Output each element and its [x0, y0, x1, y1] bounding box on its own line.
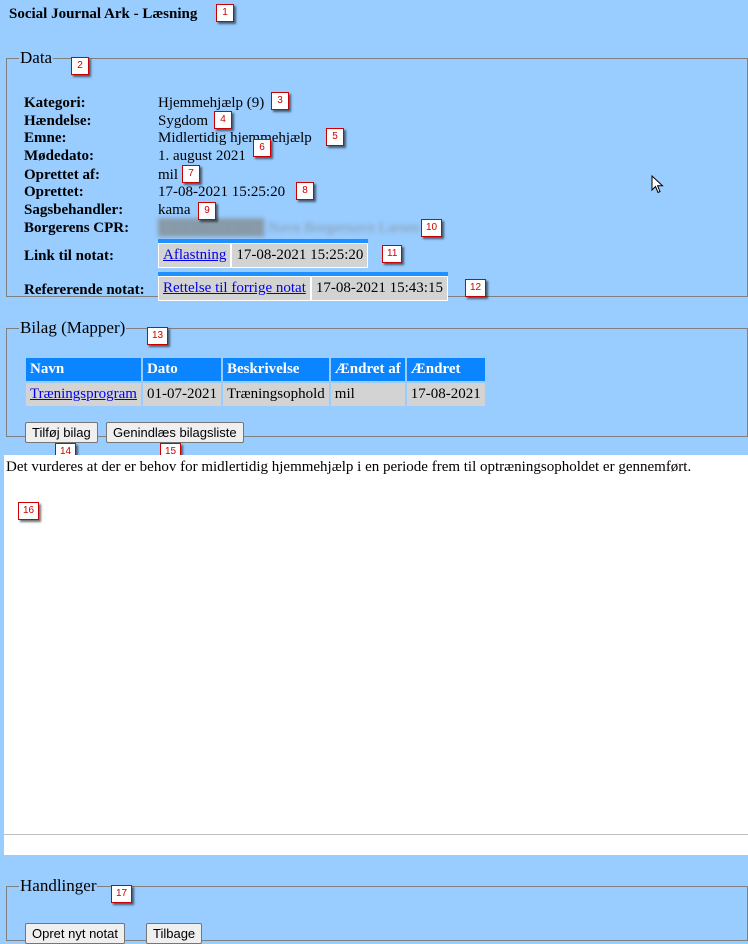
field-label: Hændelse: [24, 113, 92, 129]
col-dato: Dato [142, 358, 221, 381]
marker-9: 9 [198, 202, 216, 220]
cpr-value-redacted: ██████████ Navn Borgernavn Larsen [158, 220, 420, 236]
tilfoej-bilag-button[interactable]: Tilføj bilag [25, 422, 98, 443]
marker-5: 5 [326, 128, 344, 146]
field-oprettet: Oprettet: 17-08-2021 15:25:20 [24, 183, 285, 201]
link-date: 17-08-2021 15:25:20 [231, 243, 369, 268]
handlinger-legend: Handlinger [20, 876, 97, 895]
cell-dato: 01-07-2021 [142, 383, 221, 406]
mouse-cursor-icon [651, 175, 664, 194]
cell-aendret: 17-08-2021 [406, 383, 485, 406]
ref-label: Refererende notat: [24, 282, 145, 298]
field-value: kama [158, 202, 191, 218]
marker-3: 3 [271, 92, 289, 110]
note-bottom [4, 835, 748, 855]
marker-4: 4 [214, 111, 232, 129]
field-label: Emne: [24, 130, 67, 146]
bilag-legend: Bilag (Mapper) [20, 318, 126, 337]
link-cell: Aflastning [158, 243, 232, 268]
marker-16: 16 [18, 502, 40, 520]
field-value: Midlertidig hjemmehjælp [158, 130, 312, 146]
link-label: Link til notat: [24, 248, 115, 264]
field-value: 1. august 2021 [158, 148, 246, 164]
marker-1: 1 [216, 4, 234, 22]
marker-6: 6 [253, 139, 271, 157]
table-row: Træningsprogram 01-07-2021 Træningsophol… [26, 383, 485, 406]
marker-11: 11 [382, 245, 403, 263]
field-haendelse: Hændelse: Sygdom [24, 112, 208, 130]
ref-cell: Rettelse til forrige notat [158, 276, 311, 301]
field-kategori: Kategori: Hjemmehjælp (9) [24, 94, 264, 112]
note-text: Det vurderes at der er behov for midlert… [6, 459, 692, 475]
marker-13: 13 [147, 327, 169, 345]
marker-7: 7 [182, 165, 200, 183]
marker-17: 17 [111, 885, 133, 903]
field-label: Oprettet: [24, 184, 84, 200]
note-body: Det vurderes at der er behov for midlert… [4, 455, 748, 835]
field-value: Hjemmehjælp (9) [158, 95, 265, 111]
field-label: Mødedato: [24, 148, 94, 164]
refererende-notat: Rettelse til forrige notat 17-08-2021 15… [158, 272, 448, 301]
field-label: Oprettet af: [24, 167, 100, 183]
field-value: mil [158, 167, 179, 183]
field-moededato: Mødedato: 1. august 2021 [24, 147, 246, 165]
marker-12: 12 [465, 279, 487, 297]
marker-8: 8 [296, 182, 314, 200]
field-value: Sygdom [158, 113, 209, 129]
link-til-notat: Aflastning 17-08-2021 15:25:20 [158, 239, 369, 268]
link-rettelse[interactable]: Rettelse til forrige notat [163, 280, 306, 296]
cell-navn: Træningsprogram [26, 383, 141, 406]
field-label: Kategori: [24, 95, 86, 111]
cell-beskrivelse: Træningsophold [222, 383, 329, 406]
data-fieldset: Data 2 Kategori: Hjemmehjælp (9) Hændelse… [6, 48, 748, 301]
ref-date: 17-08-2021 15:43:15 [310, 276, 448, 301]
table-header-row: Navn Dato Beskrivelse Ændret af Ændret [26, 358, 485, 381]
field-borgerens-cpr: Borgerens CPR: ██████████ Navn Borgernavn… [24, 219, 419, 237]
link-traeningsprogram[interactable]: Træningsprogram [30, 386, 137, 402]
marker-10: 10 [421, 219, 443, 237]
field-sagsbehandler: Sagsbehandler: kama [24, 201, 190, 219]
col-aendret: Ændret [406, 358, 485, 381]
link-aflastning[interactable]: Aflastning [163, 247, 226, 263]
col-aendret-af: Ændret af [330, 358, 405, 381]
ref-row-label: Refererende notat: [24, 281, 158, 299]
col-navn: Navn [26, 358, 141, 381]
cell-aendret-af: mil [330, 383, 405, 406]
marker-2: 2 [71, 57, 89, 75]
col-beskrivelse: Beskrivelse [222, 358, 329, 381]
bilag-fieldset: Bilag (Mapper) 13 Navn Dato Beskrivelse … [6, 318, 748, 461]
page-title: Social Journal Ark - Læsning [9, 6, 198, 22]
genindlaes-bilagsliste-button[interactable]: Genindlæs bilagsliste [106, 422, 244, 443]
data-legend: Data [20, 48, 53, 67]
field-label: Sagsbehandler: [24, 202, 124, 218]
field-oprettet-af: Oprettet af: mil [24, 166, 178, 184]
link-row-label: Link til notat: [24, 247, 158, 265]
bilag-table: Navn Dato Beskrivelse Ændret af Ændret T… [24, 356, 487, 408]
handlinger-fieldset: Handlinger 17 Opret nyt notat Tilbage [6, 876, 748, 944]
field-label: Borgerens CPR: [24, 220, 130, 236]
field-value: 17-08-2021 15:25:20 [158, 184, 286, 200]
